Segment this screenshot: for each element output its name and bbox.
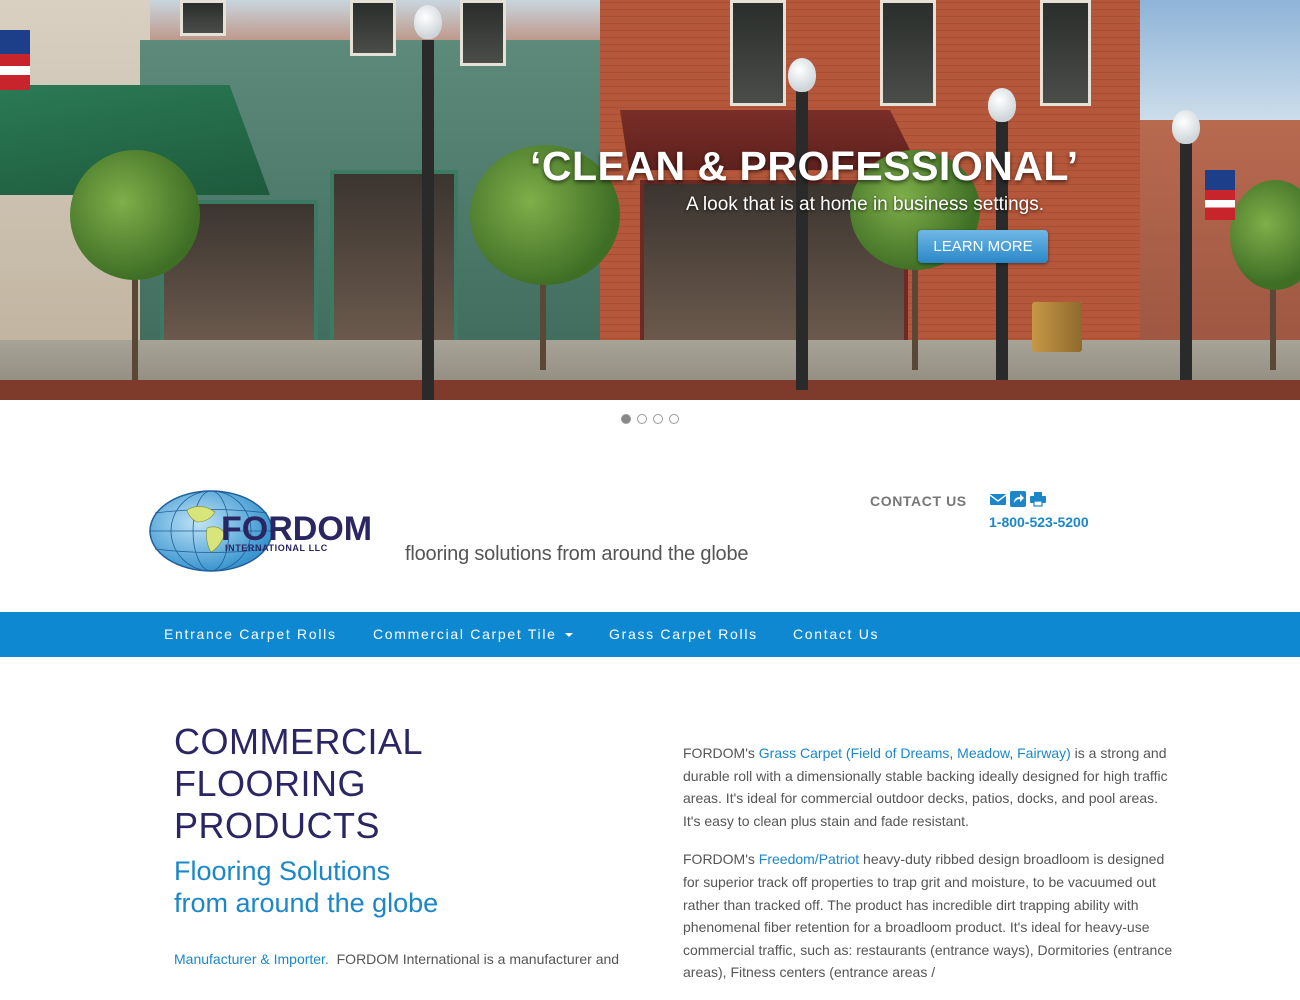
- freedom-patriot-link[interactable]: Freedom/Patriot: [759, 851, 859, 867]
- grass-carpet-link[interactable]: Grass Carpet (Field of Dreams: [759, 745, 950, 761]
- hero-lamp-globe: [1172, 110, 1200, 144]
- hero-lamp-globe: [988, 88, 1016, 122]
- heading-line: FLOORING: [174, 763, 367, 804]
- logo-subtext: INTERNATIONAL LLC: [225, 543, 328, 553]
- share-icon[interactable]: [1010, 491, 1026, 507]
- hero-flag-banner: [0, 30, 30, 90]
- hero-lamp-post: [1180, 140, 1192, 380]
- fairway-link[interactable]: Fairway): [1017, 745, 1071, 761]
- caret-down-icon: [564, 633, 573, 638]
- hero-tree: [70, 150, 200, 280]
- para-text: ,: [949, 745, 958, 761]
- heading-line: COMMERCIAL: [174, 721, 424, 762]
- envelope-icon[interactable]: [990, 491, 1006, 507]
- para-text: FORDOM's: [683, 745, 759, 761]
- para-text: heavy-duty ribbed design broadloom is de…: [683, 851, 1173, 981]
- grass-carpet-paragraph: FORDOM's Grass Carpet (Field of Dreams, …: [683, 742, 1178, 832]
- hero-window: [730, 0, 786, 106]
- slider-pagination: [621, 414, 679, 424]
- hero-lamp-post: [422, 40, 434, 400]
- hero-title: ‘CLEAN & PROFESSIONAL’: [530, 143, 1079, 189]
- main-nav: Entrance Carpet Rolls Commercial Carpet …: [0, 612, 1300, 657]
- hero-slider: ‘CLEAN & PROFESSIONAL’ A look that is at…: [0, 0, 1300, 400]
- para-text: ,: [1009, 745, 1018, 761]
- slider-dot-1[interactable]: [621, 414, 631, 424]
- meadow-link[interactable]: Meadow: [957, 745, 1009, 761]
- nav-item-label: Grass Carpet Rolls: [609, 626, 758, 642]
- contact-us-label[interactable]: CONTACT US: [870, 493, 967, 509]
- nav-grass-carpet-rolls[interactable]: Grass Carpet Rolls: [609, 612, 758, 657]
- freedom-patriot-paragraph: FORDOM's Freedom/Patriot heavy-duty ribb…: [683, 848, 1178, 984]
- slider-dot-4[interactable]: [669, 414, 679, 424]
- hero-lamp-post: [796, 90, 808, 390]
- product-descriptions: FORDOM's Grass Carpet (Field of Dreams, …: [683, 742, 1178, 1000]
- phone-number[interactable]: 1-800-523-5200: [989, 514, 1089, 530]
- para-text: FORDOM's: [683, 851, 759, 868]
- hero-subtitle: A look that is at home in business setti…: [686, 194, 1045, 215]
- slider-dot-3[interactable]: [653, 414, 663, 424]
- site-tagline: flooring solutions from around the globe: [405, 543, 749, 565]
- hero-window: [880, 0, 936, 106]
- hero-lamp-globe: [788, 58, 816, 92]
- hero-curb: [0, 380, 1300, 400]
- nav-item-label: Entrance Carpet Rolls: [164, 626, 337, 642]
- hero-window: [350, 0, 396, 56]
- nav-item-label: Commercial Carpet Tile: [373, 626, 557, 642]
- page-subheading: Flooring Solutions from around the globe: [174, 855, 594, 919]
- nav-entrance-carpet-rolls[interactable]: Entrance Carpet Rolls: [164, 612, 337, 657]
- nav-commercial-carpet-tile[interactable]: Commercial Carpet Tile: [373, 612, 573, 657]
- hero-window: [180, 0, 226, 36]
- fordom-logo[interactable]: FORDOM INTERNATIONAL LLC: [149, 488, 394, 574]
- learn-more-button[interactable]: LEARN MORE: [918, 230, 1048, 263]
- subheading-line: from around the globe: [174, 888, 439, 918]
- page-heading: COMMERCIAL FLOORING PRODUCTS: [174, 721, 594, 847]
- hero-window: [1040, 0, 1091, 106]
- hero-lamp-globe: [414, 5, 442, 39]
- heading-line: PRODUCTS: [174, 805, 381, 846]
- subheading-line: Flooring Solutions: [174, 856, 391, 886]
- nav-item-label: Contact Us: [793, 626, 880, 642]
- slider-dot-2[interactable]: [637, 414, 647, 424]
- hero-trash-can: [1032, 302, 1082, 352]
- intro-paragraph: Manufacturer & Importer. FORDOM Internat…: [174, 948, 644, 970]
- nav-contact-us[interactable]: Contact Us: [793, 612, 879, 657]
- hero-flag-banner: [1205, 170, 1235, 220]
- print-icon[interactable]: [1030, 491, 1046, 507]
- manufacturer-importer-link[interactable]: Manufacturer & Importer.: [174, 951, 329, 967]
- hero-storefront: [330, 170, 458, 348]
- intro-text: FORDOM International is a manufacturer a…: [328, 951, 620, 967]
- hero-window: [460, 0, 506, 66]
- contact-icons: [990, 491, 1046, 507]
